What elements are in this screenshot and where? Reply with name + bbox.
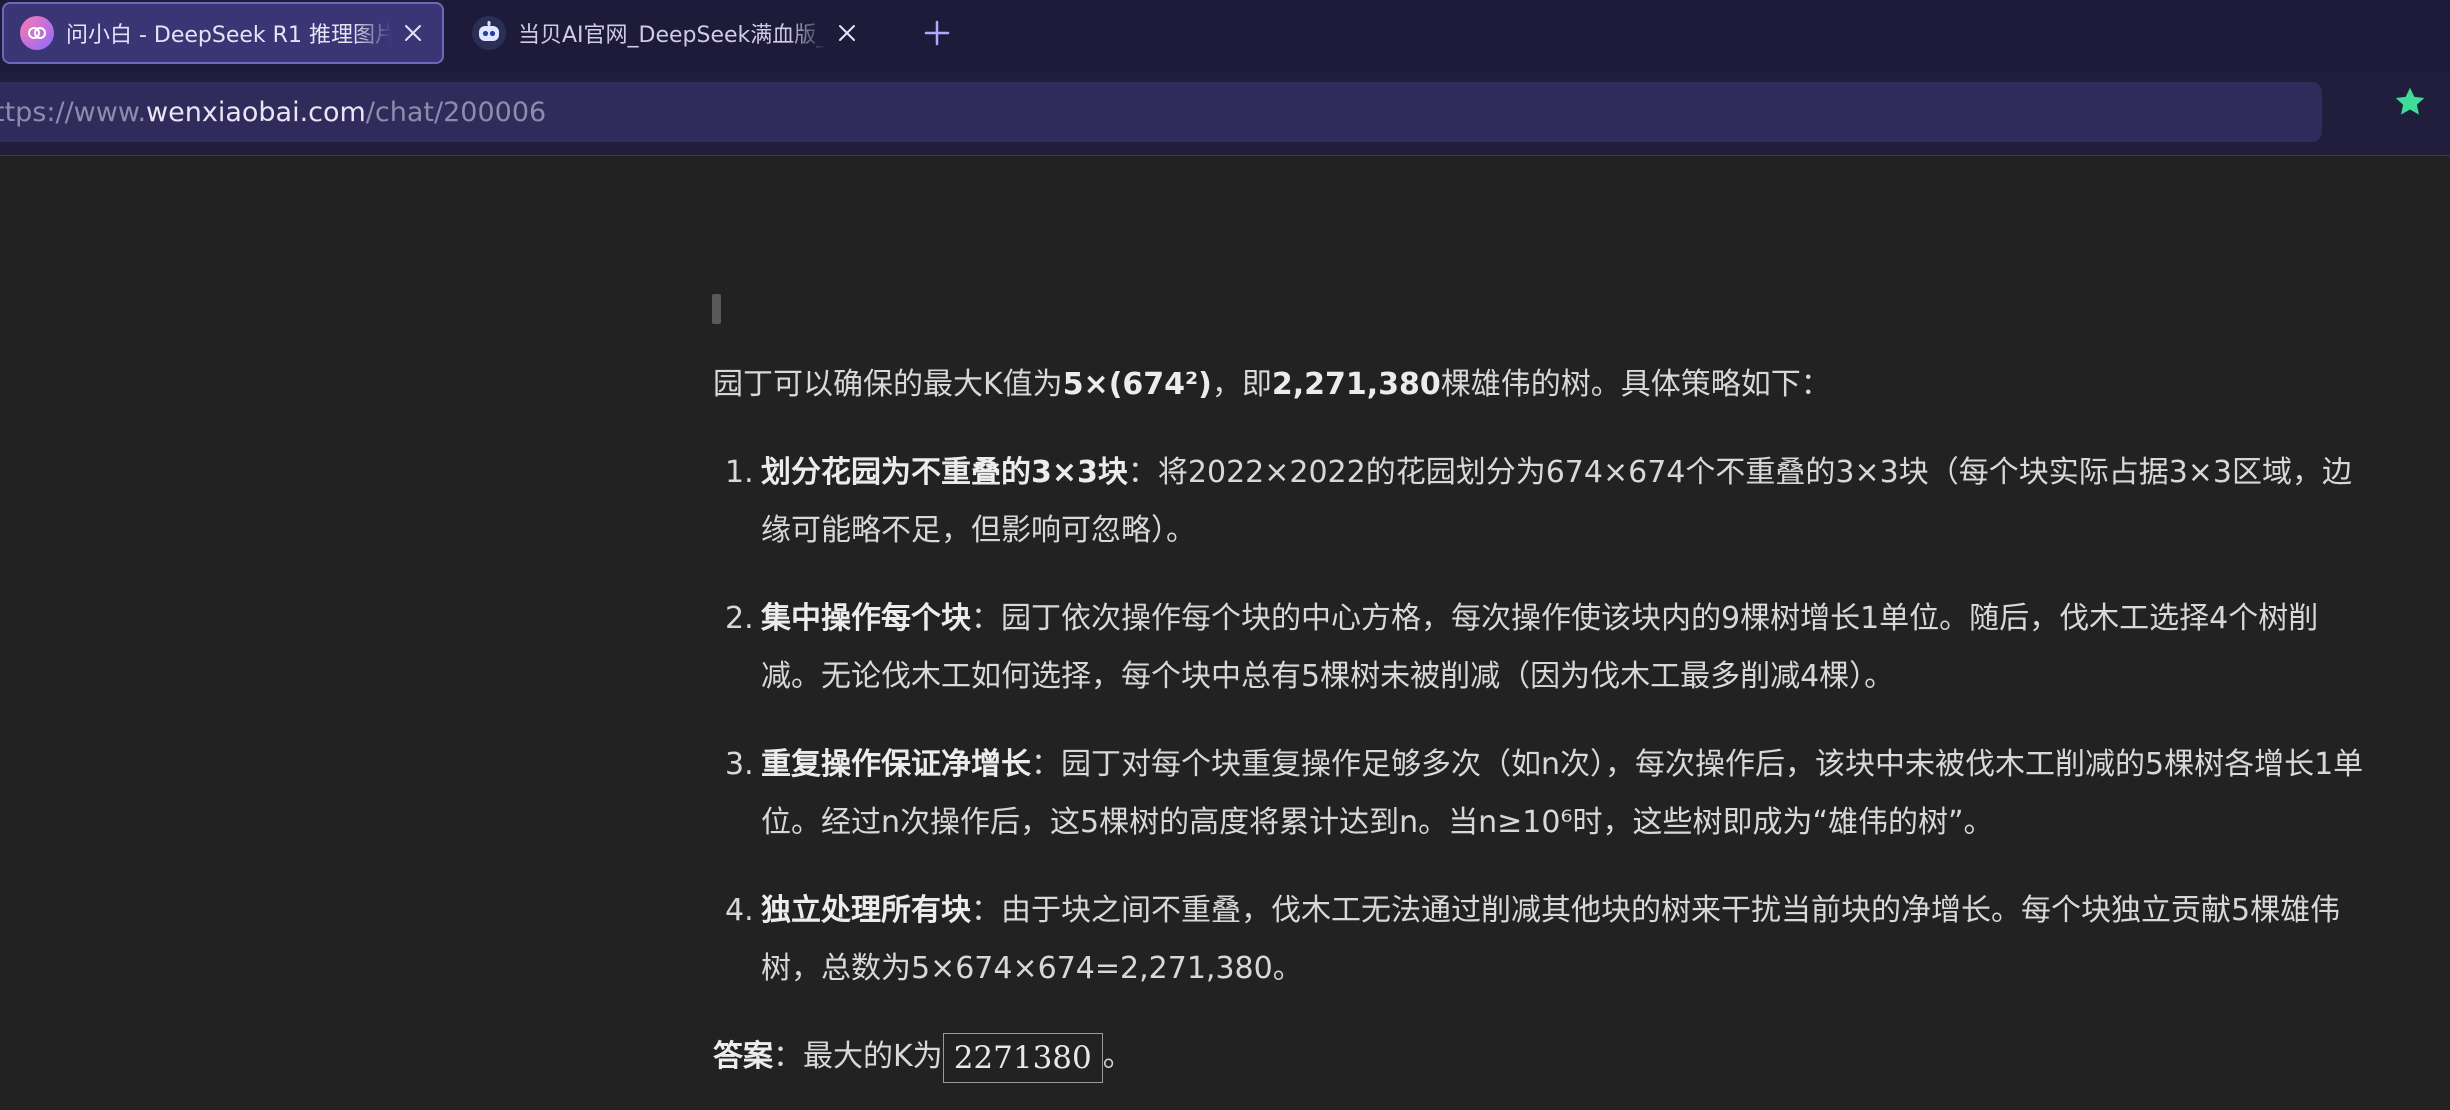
answer-message: 园丁可以确保的最大K值为5×(674²)，即2,271,380棵雄伟的树。具体策… — [713, 356, 2378, 1086]
text-cursor — [712, 294, 721, 324]
final-answer: 答案：最大的K为 2271380。 — [713, 1028, 2378, 1086]
list-item: 4. 独立处理所有块：由于块之间不重叠，伐木工无法通过削减其他块的树来干扰当前块… — [725, 893, 2341, 986]
boxed-answer: 2271380 — [942, 1032, 1103, 1083]
chat-content: 园丁可以确保的最大K值为5×(674²)，即2,271,380棵雄伟的树。具体策… — [0, 156, 2450, 1110]
address-bar: ttps://www.wenxiaobai.com/chat/200006 — [0, 72, 2450, 156]
list-item: 1. 划分花园为不重叠的3×3块：将2022×2022的花园划分为674×674… — [725, 455, 2353, 548]
tab-dangbei[interactable]: 当贝AI官网_DeepSeek满血版_全网 — [456, 2, 876, 64]
plus-icon — [924, 20, 950, 46]
url-text: ttps://www.wenxiaobai.com/chat/200006 — [0, 96, 547, 128]
list-item: 3. 重复操作保证净增长：园丁对每个块重复操作足够多次（如n次），每次操作后，该… — [725, 747, 2364, 840]
new-tab-button[interactable] — [918, 14, 956, 52]
close-icon[interactable] — [832, 18, 862, 48]
star-icon[interactable] — [2392, 84, 2428, 120]
tab-title: 问小白 - DeepSeek R1 推理图片生成 — [66, 23, 392, 48]
dangbei-robot-icon — [472, 16, 506, 50]
wenxiaobai-logo-icon — [20, 16, 54, 50]
tab-bar: 问小白 - DeepSeek R1 推理图片生成 当贝AI官网_DeepSeek… — [0, 0, 2450, 72]
strategy-list: 1. 划分花园为不重叠的3×3块：将2022×2022的花园划分为674×674… — [713, 444, 2378, 998]
tab-wenxiaobai[interactable]: 问小白 - DeepSeek R1 推理图片生成 — [2, 2, 444, 64]
url-input[interactable]: ttps://www.wenxiaobai.com/chat/200006 — [0, 82, 2322, 142]
tab-title: 当贝AI官网_DeepSeek满血版_全网 — [518, 23, 826, 48]
close-icon[interactable] — [398, 18, 428, 48]
answer-intro: 园丁可以确保的最大K值为5×(674²)，即2,271,380棵雄伟的树。具体策… — [713, 367, 1831, 402]
list-item: 2. 集中操作每个块：园丁依次操作每个块的中心方格，每次操作使该块内的9棵树增长… — [725, 601, 2319, 694]
